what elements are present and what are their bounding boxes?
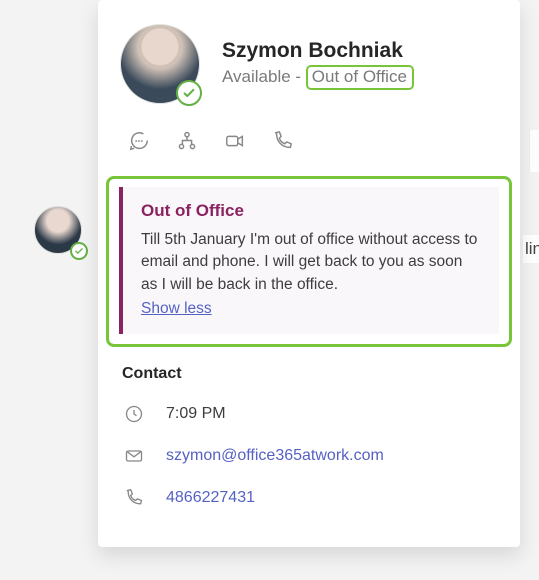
status-available: Available: [222, 67, 291, 86]
video-icon: [224, 130, 246, 157]
mail-icon: [122, 444, 146, 468]
org-button[interactable]: [174, 130, 200, 156]
phone-icon: [272, 130, 294, 157]
display-name: Szymon Bochniak: [222, 39, 414, 63]
action-row: [98, 116, 520, 176]
profile-header: Szymon Bochniak Available - Out of Offic…: [98, 0, 520, 116]
contact-heading: Contact: [122, 365, 496, 383]
mini-contact-thumb[interactable]: [34, 206, 86, 258]
chat-icon: [128, 130, 150, 157]
contact-row-time: 7:09 PM: [122, 393, 496, 435]
show-less-link[interactable]: Show less: [141, 300, 212, 318]
contact-row-email[interactable]: szymon@office365atwork.com: [122, 435, 496, 477]
ooo-message: Till 5th January I'm out of office witho…: [141, 229, 483, 296]
status-out-of-office: Out of Office: [306, 65, 414, 90]
phone-link[interactable]: 4866227431: [166, 489, 255, 507]
contact-row-phone[interactable]: 4866227431: [122, 477, 496, 519]
ooo-title: Out of Office: [141, 201, 483, 221]
org-icon: [176, 130, 198, 157]
video-call-button[interactable]: [222, 130, 248, 156]
presence-status: Available - Out of Office: [222, 65, 414, 90]
phone-icon-contact: [122, 486, 146, 510]
background-text-fragment: lin: [523, 235, 539, 263]
email-link[interactable]: szymon@office365atwork.com: [166, 447, 384, 465]
out-of-office-highlight: Out of Office Till 5th January I'm out o…: [106, 176, 512, 347]
avatar-wrap[interactable]: [120, 24, 200, 104]
status-separator: -: [291, 67, 306, 86]
contact-card: Szymon Bochniak Available - Out of Offic…: [98, 0, 520, 547]
background-fragment: [529, 130, 539, 172]
presence-badge: [176, 80, 202, 106]
presence-badge-small: [70, 242, 88, 260]
audio-call-button[interactable]: [270, 130, 296, 156]
clock-icon: [122, 402, 146, 426]
local-time: 7:09 PM: [166, 405, 226, 423]
out-of-office-note: Out of Office Till 5th January I'm out o…: [119, 187, 499, 334]
contact-section: Contact 7:09 PM szymon@office365atwork.c…: [98, 347, 520, 519]
chat-button[interactable]: [126, 130, 152, 156]
